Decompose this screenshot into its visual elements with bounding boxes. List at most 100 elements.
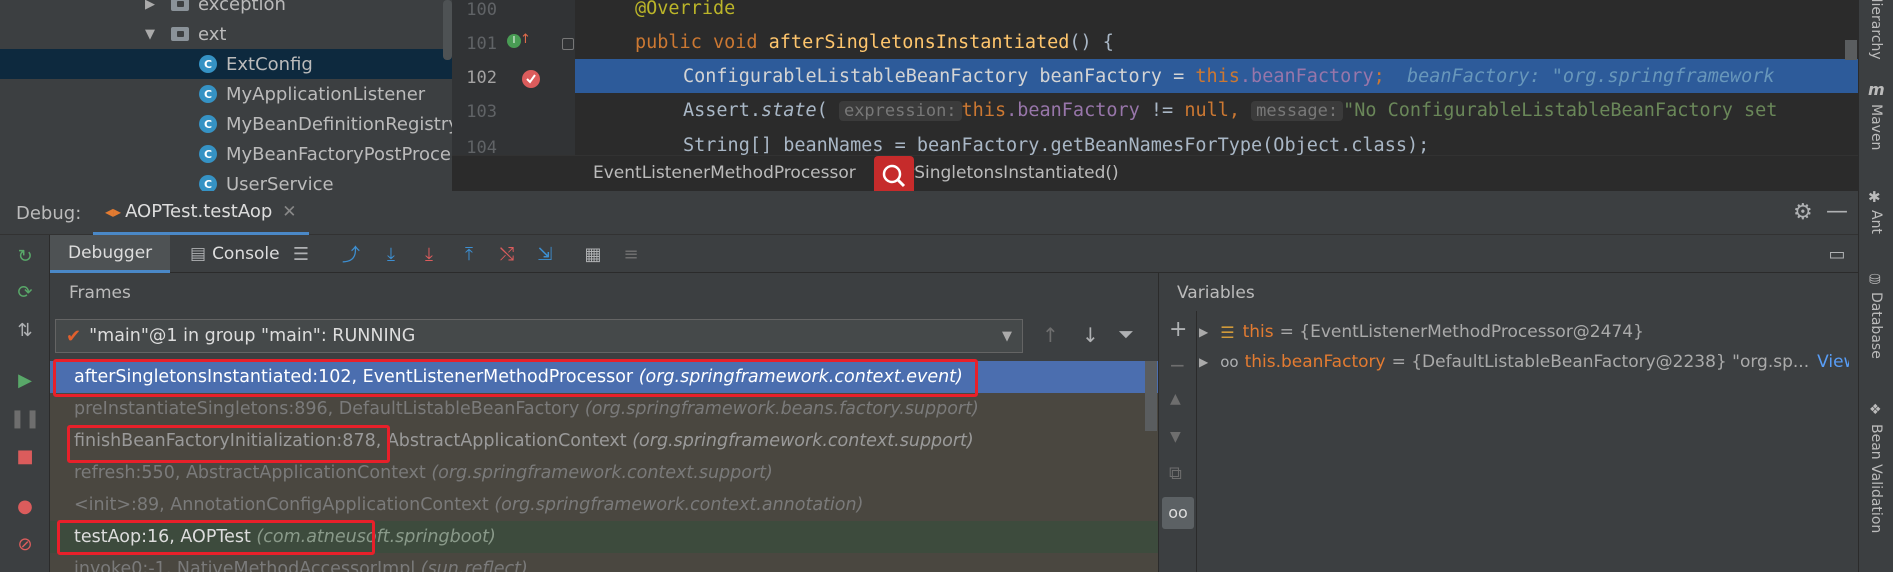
editor-scrollbar[interactable] xyxy=(1845,40,1857,60)
resume-icon[interactable]: ▶ xyxy=(14,369,36,391)
mute-breakpoints-icon[interactable]: ⊘ xyxy=(14,533,36,555)
chevron-down-icon[interactable]: ▼ xyxy=(145,27,159,42)
evaluate-expression-icon[interactable]: ▦ xyxy=(582,243,604,265)
frame-item[interactable]: <init>:89, AnnotationConfigApplicationCo… xyxy=(50,489,1158,521)
filter-icon[interactable]: ⏷ xyxy=(1118,322,1134,346)
breakpoint-icon[interactable] xyxy=(522,70,540,88)
line-number: 102 xyxy=(466,68,497,88)
tree-item-mybeandefinitionregistry[interactable]: C MyBeanDefinitionRegistry xyxy=(199,109,452,139)
step-into-icon[interactable]: ⤓ xyxy=(418,243,440,265)
right-tool-sidebar: Hierarchy m Maven ✱ Ant ⛁ Database ❖ Bea… xyxy=(1858,0,1893,572)
tree-item-mybeanfactorypostprocessor[interactable]: C MyBeanFactoryPostProces xyxy=(199,139,452,169)
console-icon: ▤ xyxy=(190,244,207,264)
variables-title: Variables xyxy=(1177,283,1255,303)
tab-aoptest[interactable]: ◂▸ AOPTest.testAop ✕ xyxy=(93,191,309,235)
trace-icon[interactable]: ≡ xyxy=(620,243,642,265)
rerun-icon[interactable]: ↻ xyxy=(14,245,36,267)
move-up-icon[interactable]: ▲ xyxy=(1170,391,1181,407)
ant-icon: ✱ xyxy=(1868,188,1881,206)
variables-toolbar: + − ▲ ▼ ⧉ oo xyxy=(1159,311,1197,572)
tool-hierarchy[interactable]: Hierarchy xyxy=(1868,0,1884,60)
annotation-box xyxy=(53,359,978,397)
class-icon: C xyxy=(199,175,217,191)
variable-row[interactable]: ▶ oo this.beanFactory = {DefaultListable… xyxy=(1199,348,1849,376)
step-over-icon[interactable]: ⤓ xyxy=(380,243,402,265)
fold-icon[interactable] xyxy=(562,38,574,50)
code-editor[interactable]: @Override public void afterSingletonsIns… xyxy=(575,0,1858,155)
chevron-right-icon[interactable]: ▶ xyxy=(145,0,159,12)
view-breakpoints-icon[interactable]: ● xyxy=(14,495,36,517)
package-icon xyxy=(171,27,189,41)
class-icon: C xyxy=(199,115,217,133)
field-icon: ☰ xyxy=(1220,322,1235,342)
code-line-100: @Override xyxy=(635,0,736,19)
tree-folder-exception[interactable]: ▶ exception xyxy=(145,0,286,19)
debug-header: Debug: ◂▸ AOPTest.testAop ✕ ⚙ — xyxy=(0,191,1858,235)
arrow-down-icon[interactable]: ↓ xyxy=(1082,323,1099,347)
tool-maven[interactable]: Maven xyxy=(1868,104,1884,150)
debug-label: Debug: xyxy=(16,203,82,224)
chevron-right-icon[interactable]: ▶ xyxy=(1199,355,1208,369)
copy-icon[interactable]: ⧉ xyxy=(1169,463,1182,484)
tab-console[interactable]: ▤ Console xyxy=(180,235,290,273)
frames-scrollbar[interactable] xyxy=(1145,361,1157,431)
debugger-toolbar: Debugger ▤ Console ☰ ⤴ ⤓ ⤓ ⤒ ⤭ ⇲ ▦ ≡ ▭ xyxy=(50,235,1858,273)
implements-icon[interactable]: I xyxy=(507,34,521,48)
tool-ant[interactable]: Ant xyxy=(1868,210,1884,234)
arrow-up-icon: ↑ xyxy=(520,32,531,47)
tree-scrollbar[interactable] xyxy=(443,0,452,60)
tree-item-extconfig[interactable]: C ExtConfig xyxy=(0,49,452,79)
project-tree: ▶ exception ▼ ext C ExtConfig C MyApplicatio… xyxy=(0,0,452,191)
breadcrumb-class[interactable]: EventListenerMethodProcessor xyxy=(593,163,856,183)
junit-icon: ◂▸ xyxy=(105,202,122,221)
line-number: 100 xyxy=(466,0,497,20)
tool-database[interactable]: Database xyxy=(1868,292,1884,359)
package-icon xyxy=(171,0,189,11)
frames-title: Frames xyxy=(69,283,131,303)
tab-debugger[interactable]: Debugger xyxy=(50,235,171,273)
code-line-104: String[] beanNames = beanFactory.getBean… xyxy=(683,135,1430,155)
code-line-102: ConfigurableListableBeanFactory beanFact… xyxy=(683,66,1775,87)
code-line-103: Assert.state( expression: this.beanFactor… xyxy=(683,100,1778,121)
add-watch-icon[interactable]: + xyxy=(1169,317,1187,342)
tree-item-userservice[interactable]: C UserService xyxy=(199,169,334,191)
thread-select[interactable]: ✔ "main"@1 in group "main": RUNNING ▼ xyxy=(55,319,1023,353)
pause-icon[interactable]: ❚❚ xyxy=(10,407,40,429)
line-number: 101 xyxy=(466,34,497,54)
checkmark-icon: ✔ xyxy=(66,325,82,347)
bean-validation-icon: ❖ xyxy=(1869,402,1882,418)
restore-layout-icon[interactable]: ⇅ xyxy=(14,319,36,341)
search-icon[interactable] xyxy=(874,156,914,196)
frame-item[interactable]: preInstantiateSingletons:896, DefaultLis… xyxy=(50,393,1158,425)
rerun-failed-icon[interactable]: ⟳ xyxy=(14,281,36,303)
run-to-cursor-icon[interactable]: ⇲ xyxy=(534,243,556,265)
move-down-icon[interactable]: ▼ xyxy=(1170,429,1181,445)
remove-watch-icon[interactable]: − xyxy=(1169,353,1186,377)
view-link[interactable]: View xyxy=(1817,352,1849,372)
watch-icon: oo xyxy=(1220,353,1239,371)
variables-panel: Variables + − ▲ ▼ ⧉ oo ▶ ☰ this = {Event… xyxy=(1158,273,1858,572)
maven-icon: m xyxy=(1868,80,1885,99)
menu-icon[interactable]: ☰ xyxy=(290,243,312,265)
breadcrumb: EventListenerMethodProcessor afterSingle… xyxy=(452,155,1858,196)
frame-item[interactable]: invoke0:-1, NativeMethodAccessorImpl (su… xyxy=(50,553,1158,572)
chevron-right-icon[interactable]: ▶ xyxy=(1199,325,1208,339)
variable-row[interactable]: ▶ ☰ this = {EventListenerMethodProcessor… xyxy=(1199,318,1644,346)
minimize-icon[interactable]: — xyxy=(1826,199,1848,224)
watches-icon[interactable]: oo xyxy=(1162,497,1194,529)
tool-bean-validation[interactable]: Bean Validation xyxy=(1868,424,1884,533)
close-icon[interactable]: ✕ xyxy=(282,202,296,222)
step-out-icon[interactable]: ⤒ xyxy=(458,243,480,265)
tree-item-myapplicationlistener[interactable]: C MyApplicationListener xyxy=(199,79,425,109)
layout-icon[interactable]: ▭ xyxy=(1826,243,1848,265)
arrow-up-icon[interactable]: ↑ xyxy=(1042,323,1059,347)
class-icon: C xyxy=(199,145,217,163)
gear-icon[interactable]: ⚙ xyxy=(1793,200,1813,225)
stop-icon[interactable]: ■ xyxy=(14,445,36,467)
inline-debug-value: beanFactory: "org.springframework xyxy=(1407,66,1775,87)
show-execution-point-icon[interactable]: ⤴ xyxy=(340,243,362,266)
chevron-down-icon[interactable]: ▼ xyxy=(1002,329,1012,344)
drop-frame-icon[interactable]: ⤭ xyxy=(496,243,518,265)
editor-gutter: 100 101 102 103 104 I ↑ xyxy=(452,0,575,158)
tree-folder-ext[interactable]: ▼ ext xyxy=(145,19,226,49)
